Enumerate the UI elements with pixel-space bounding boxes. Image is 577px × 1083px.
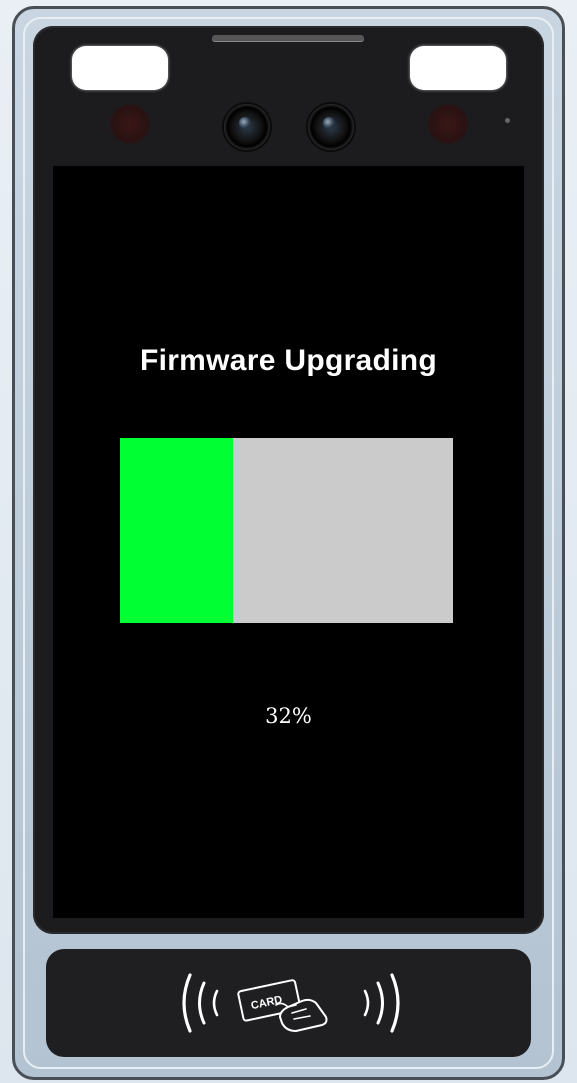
progress-bar-fill [120, 438, 234, 623]
speaker-slot [212, 35, 364, 41]
fill-light-icon [72, 46, 168, 90]
ir-sensor-icon [428, 104, 468, 144]
progress-percent: 32% [265, 704, 312, 728]
ir-sensor-icon [110, 104, 150, 144]
progress-bar [120, 438, 453, 623]
camera-icon [224, 104, 270, 150]
fill-light-icon [410, 46, 506, 90]
camera-icon [308, 104, 354, 150]
nfc-card-icon: CARD [182, 973, 400, 1033]
stage: Firmware Upgrading 32% CARD [0, 0, 577, 1083]
display-screen: Firmware Upgrading 32% [53, 166, 524, 918]
card-reader-panel: CARD [46, 949, 531, 1057]
light-sensor-icon [505, 118, 510, 123]
page-title: Firmware Upgrading [139, 344, 438, 377]
